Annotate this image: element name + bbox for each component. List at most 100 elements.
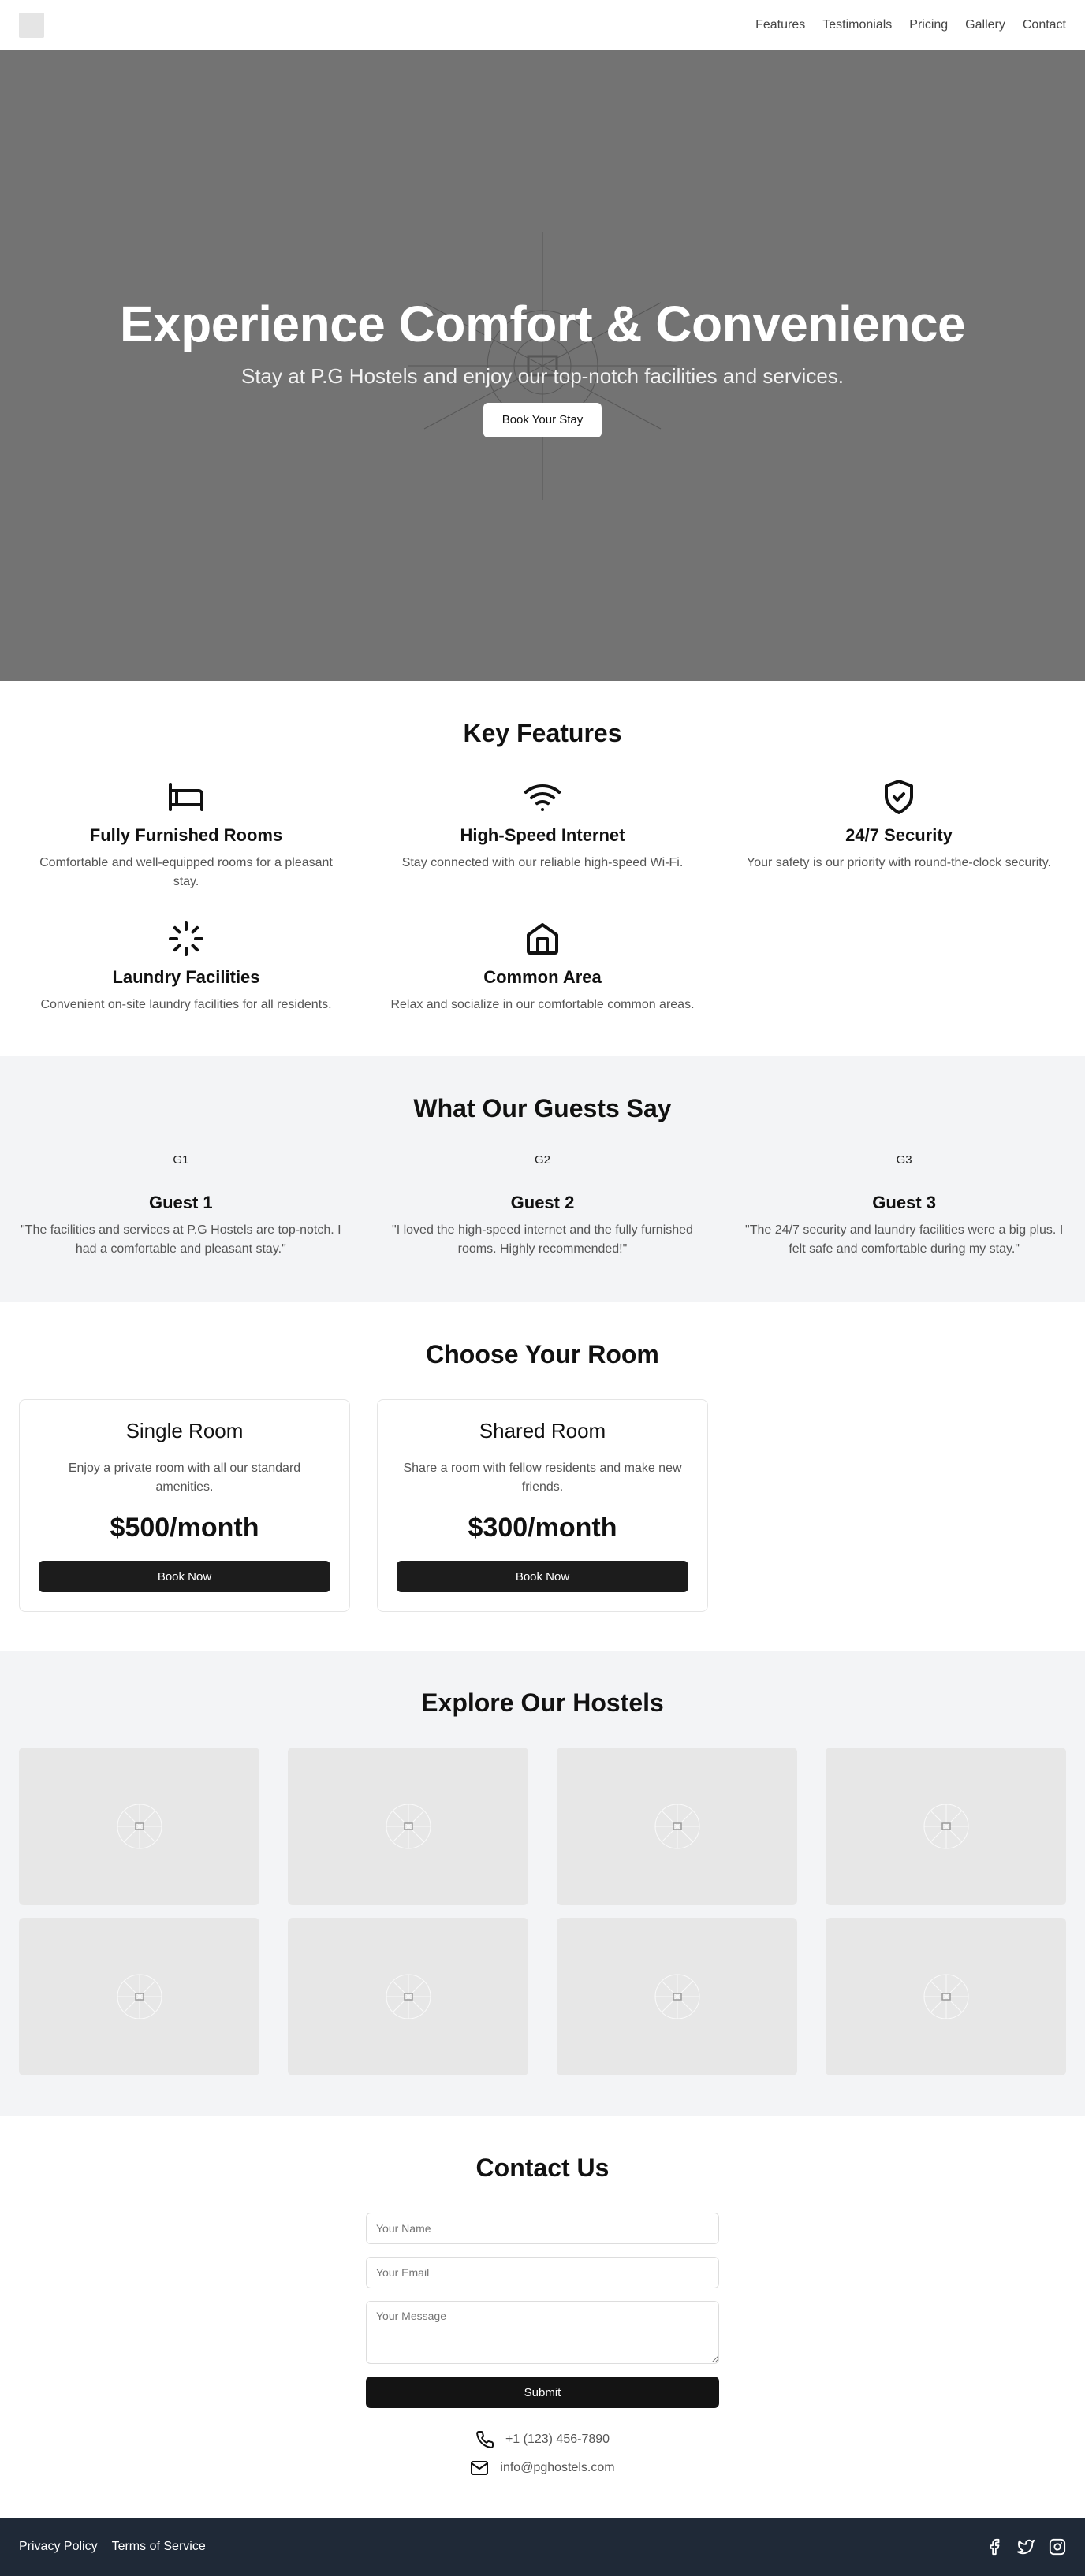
book-now-button[interactable]: Book Now <box>397 1561 688 1592</box>
testimonial-item: G2 Guest 2 "I loved the high-speed inter… <box>381 1153 705 1259</box>
contact-form: Submit <box>366 2213 719 2408</box>
social-links <box>986 2538 1066 2556</box>
footer-links: Privacy Policy Terms of Service <box>19 2540 206 2554</box>
home-icon <box>527 923 558 955</box>
feature-desc: Relax and socialize in our comfortable c… <box>390 998 695 1011</box>
site-header: Features Testimonials Pricing Gallery Co… <box>0 0 1085 50</box>
feature-desc: Convenient on-site laundry facilities fo… <box>40 998 332 1011</box>
avatar: G2 <box>534 1153 550 1167</box>
gallery-image[interactable] <box>557 1748 797 1905</box>
gallery-grid <box>19 1748 1066 2075</box>
nav-features[interactable]: Features <box>755 18 805 32</box>
hero-title: Experience Comfort & Convenience <box>119 295 966 352</box>
message-textarea[interactable] <box>366 2301 719 2364</box>
hero-subtitle: Stay at P.G Hostels and enjoy our top-no… <box>240 363 845 388</box>
feature-title: 24/7 Security <box>845 825 953 845</box>
email-row: info@pghostels.com <box>470 2459 615 2477</box>
facebook-icon[interactable] <box>986 2538 1003 2556</box>
guest-name: Guest 2 <box>510 1193 575 1212</box>
image-placeholder-icon <box>117 1974 162 2019</box>
phone-icon <box>476 2431 494 2448</box>
pricing-card-shared: Shared Room Share a room with fellow res… <box>377 1399 708 1612</box>
logo-placeholder[interactable] <box>19 12 44 38</box>
main-nav: Features Testimonials Pricing Gallery Co… <box>755 18 1066 32</box>
name-input[interactable] <box>366 2213 719 2244</box>
phone-row: +1 (123) 456-7890 <box>475 2430 610 2449</box>
wifi-icon <box>524 784 561 811</box>
gallery-image[interactable] <box>288 1748 528 1905</box>
feature-grid: Fully Furnished Rooms Comfortable and we… <box>19 778 1066 1014</box>
gallery-image[interactable] <box>19 1918 259 2075</box>
privacy-policy-link[interactable]: Privacy Policy <box>19 2540 98 2554</box>
testimonials-title: What Our Guests Say <box>413 1094 672 1122</box>
gallery-image[interactable] <box>19 1748 259 1905</box>
features-section: Key Features Fully Furnished Rooms Comfo… <box>0 681 1085 1056</box>
nav-contact[interactable]: Contact <box>1023 18 1066 32</box>
gallery-image[interactable] <box>557 1918 797 2075</box>
feature-title: Fully Furnished Rooms <box>89 825 283 845</box>
book-your-stay-button[interactable]: Book Your Stay <box>483 402 602 437</box>
feature-title: Laundry Facilities <box>112 967 260 987</box>
feature-item: Laundry Facilities Convenient on-site la… <box>27 920 345 1014</box>
feature-desc: Stay connected with our reliable high-sp… <box>401 856 684 869</box>
nav-gallery[interactable]: Gallery <box>965 18 1005 32</box>
gallery-image[interactable] <box>826 1918 1066 2075</box>
contact-info: +1 (123) 456-7890 info@pghostels.com <box>19 2430 1066 2477</box>
contact-title: Contact Us <box>475 2153 610 2182</box>
guest-name: Guest 1 <box>148 1193 213 1212</box>
avatar: G3 <box>896 1153 912 1167</box>
testimonials-section: What Our Guests Say G1 Guest 1 "The faci… <box>0 1056 1085 1302</box>
twitter-icon[interactable] <box>1017 2538 1035 2556</box>
feature-item: 24/7 Security Your safety is our priorit… <box>740 778 1058 892</box>
pricing-grid: Single Room Enjoy a private room with al… <box>19 1399 1066 1612</box>
testimonial-item: G1 Guest 1 "The facilities and services … <box>19 1153 343 1259</box>
email-address: info@pghostels.com <box>500 2461 615 2474</box>
gallery-title: Explore Our Hostels <box>421 1688 664 1717</box>
site-footer: Privacy Policy Terms of Service <box>0 2518 1085 2576</box>
image-placeholder-icon <box>386 1974 431 2019</box>
testimonial-grid: G1 Guest 1 "The facilities and services … <box>19 1153 1066 1259</box>
terms-of-service-link[interactable]: Terms of Service <box>112 2540 206 2554</box>
room-name: Shared Room <box>479 1419 606 1442</box>
contact-section: Contact Us Submit +1 (123) 456-7890 info… <box>0 2116 1085 2518</box>
nav-testimonials[interactable]: Testimonials <box>822 18 892 32</box>
guest-name: Guest 3 <box>872 1193 936 1212</box>
hero-section: Experience Comfort & Convenience Stay at… <box>0 50 1085 681</box>
pricing-card-single: Single Room Enjoy a private room with al… <box>19 1399 350 1612</box>
submit-button[interactable]: Submit <box>366 2377 719 2408</box>
shield-check-icon <box>885 780 913 814</box>
testimonial-item: G3 Guest 3 "The 24/7 security and laundr… <box>742 1153 1066 1259</box>
image-placeholder-icon <box>923 1974 968 2019</box>
image-placeholder-icon <box>386 1804 431 1849</box>
guest-quote: "I loved the high-speed internet and the… <box>392 1223 693 1256</box>
room-price: $500/month <box>110 1513 259 1543</box>
feature-desc: Your safety is our priority with round-t… <box>747 856 1051 869</box>
image-placeholder-icon <box>923 1804 968 1849</box>
pricing-section: Choose Your Room Single Room Enjoy a pri… <box>0 1302 1085 1651</box>
room-desc: Share a room with fellow residents and m… <box>403 1461 682 1494</box>
room-desc: Enjoy a private room with all our standa… <box>68 1461 301 1494</box>
feature-item: Fully Furnished Rooms Comfortable and we… <box>27 778 345 892</box>
nav-pricing[interactable]: Pricing <box>909 18 948 32</box>
instagram-icon[interactable] <box>1049 2538 1066 2556</box>
guest-quote: "The 24/7 security and laundry facilitie… <box>745 1223 1064 1256</box>
feature-title: High-Speed Internet <box>460 825 625 845</box>
features-title: Key Features <box>463 719 622 747</box>
mail-icon <box>471 2461 489 2475</box>
feature-item: High-Speed Internet Stay connected with … <box>383 778 702 892</box>
gallery-image[interactable] <box>288 1918 528 2075</box>
email-input[interactable] <box>366 2257 719 2288</box>
feature-item: Common Area Relax and socialize in our c… <box>383 920 702 1014</box>
book-now-button[interactable]: Book Now <box>39 1561 330 1592</box>
image-placeholder-icon <box>117 1804 162 1849</box>
room-price: $300/month <box>468 1513 617 1543</box>
gallery-image[interactable] <box>826 1748 1066 1905</box>
gallery-section: Explore Our Hostels <box>0 1651 1085 2116</box>
loader-icon <box>169 921 203 956</box>
room-name: Single Room <box>125 1419 244 1442</box>
pricing-title: Choose Your Room <box>426 1340 659 1368</box>
avatar: G1 <box>173 1153 189 1167</box>
image-placeholder-icon <box>654 1804 699 1849</box>
image-placeholder-icon <box>654 1974 699 2019</box>
bed-icon <box>169 783 203 811</box>
